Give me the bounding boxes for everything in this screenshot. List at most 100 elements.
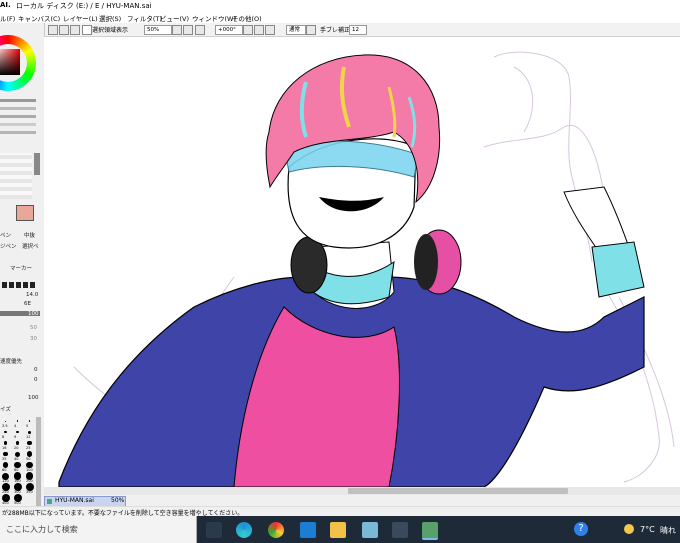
- menu-layer[interactable]: レイヤー(L): [63, 13, 98, 23]
- size-preset[interactable]: 60: [0, 461, 11, 472]
- quality-label[interactable]: 速度優先: [0, 357, 22, 365]
- taskbar-search[interactable]: ここに入力して検索: [0, 516, 197, 543]
- size-preset[interactable]: 20: [12, 439, 23, 450]
- size-preset[interactable]: 120: [0, 472, 11, 483]
- size-preset[interactable]: 35: [0, 450, 11, 461]
- size-preset[interactable]: 350: [24, 483, 35, 494]
- tool-select-pen[interactable]: 選択ペ: [22, 242, 39, 250]
- menu-file[interactable]: ル(F): [0, 13, 15, 23]
- file-explorer-icon[interactable]: [330, 522, 346, 538]
- file-thumbnail-icon: [47, 499, 52, 504]
- slider-g[interactable]: [0, 107, 36, 110]
- rotation-field[interactable]: +000°: [215, 25, 243, 35]
- invert-selection-button[interactable]: [59, 25, 69, 35]
- size-preset[interactable]: 100: [24, 461, 35, 472]
- notepad-icon[interactable]: [362, 522, 378, 538]
- swatch-scrollbar[interactable]: [34, 153, 40, 175]
- size-preset-dot: [3, 441, 8, 445]
- zoom-in-button[interactable]: [183, 25, 193, 35]
- chrome-icon[interactable]: [268, 522, 284, 538]
- menu-select[interactable]: 選択(S): [99, 13, 121, 23]
- toolbar: 選択領域表示 50% +000° 通常 手ブレ補正 12: [44, 23, 680, 37]
- menu-filter[interactable]: フィルタ(T): [127, 13, 162, 23]
- deselect-button[interactable]: [48, 25, 58, 35]
- field-b[interactable]: 0: [34, 377, 38, 383]
- size-preset-dot: [27, 440, 32, 446]
- brush-size-value[interactable]: 14.0: [26, 292, 38, 298]
- size-preset-dot: [3, 451, 8, 457]
- stabilizer-select[interactable]: 12: [349, 25, 367, 35]
- tool-hollow[interactable]: 中抜: [24, 231, 35, 239]
- size-preset[interactable]: 8: [0, 428, 11, 439]
- zoom-out-button[interactable]: [172, 25, 182, 35]
- max-size-a[interactable]: 50: [30, 325, 37, 331]
- size-preset[interactable]: 4: [12, 417, 23, 428]
- max-size-b[interactable]: 30: [30, 336, 37, 342]
- slider-a[interactable]: [0, 123, 36, 126]
- swatch-grid[interactable]: [0, 153, 32, 199]
- moon-weather-icon: [624, 524, 634, 534]
- selection-display-checkbox[interactable]: [82, 25, 92, 35]
- zoom-select[interactable]: 50%: [144, 25, 172, 35]
- size-preset[interactable]: 80: [12, 461, 23, 472]
- blend-mode-select[interactable]: 通常: [286, 25, 306, 35]
- tool-pen[interactable]: ペン: [0, 231, 11, 239]
- crop-button[interactable]: [70, 25, 80, 35]
- canvas[interactable]: [44, 37, 680, 487]
- size-preset[interactable]: 200: [24, 472, 35, 483]
- size-preset-dot: [16, 420, 19, 422]
- tool-pen2[interactable]: ジペン: [0, 242, 17, 250]
- slider-r[interactable]: [0, 99, 36, 102]
- size-preset[interactable]: 12: [24, 428, 35, 439]
- field-a[interactable]: 0: [34, 367, 38, 373]
- menu-window[interactable]: ウィンドウ(W): [192, 13, 236, 23]
- slider-b[interactable]: [0, 115, 36, 118]
- zoom-reset-button[interactable]: [195, 25, 205, 35]
- size-preset[interactable]: 50: [24, 450, 35, 461]
- size-preset-label: 350: [26, 490, 33, 494]
- size-preset-dot: [15, 451, 20, 457]
- field-c[interactable]: 100: [28, 395, 39, 401]
- size-label: イズ: [0, 407, 11, 413]
- size-preset[interactable]: 5: [24, 417, 35, 428]
- size-preset[interactable]: 3.5: [0, 417, 11, 428]
- size-preset-dot: [4, 430, 7, 434]
- rotate-reset-button[interactable]: [265, 25, 275, 35]
- menu-view[interactable]: ビュー(V): [160, 13, 189, 23]
- size-preset[interactable]: 400: [0, 494, 11, 505]
- selection-display-label: 選択領域表示: [92, 27, 129, 34]
- rotate-left-button[interactable]: [243, 25, 253, 35]
- sai-icon[interactable]: [422, 522, 438, 540]
- density-value: 100: [28, 311, 39, 317]
- size-preset[interactable]: 500: [12, 494, 23, 505]
- slider-c[interactable]: [0, 131, 36, 134]
- size-preset[interactable]: 25: [24, 439, 35, 450]
- preset-scrollbar[interactable]: [36, 417, 41, 507]
- horizontal-scroll-thumb[interactable]: [348, 488, 568, 494]
- tool-marker[interactable]: マーカー: [10, 264, 32, 272]
- size-preset[interactable]: 250: [0, 483, 11, 494]
- edge-icon[interactable]: [236, 522, 252, 538]
- color-square[interactable]: [0, 49, 20, 75]
- flip-button[interactable]: [306, 25, 316, 35]
- size-preset[interactable]: 40: [12, 450, 23, 461]
- file-tab-zoom: 50%: [111, 497, 125, 504]
- size-preset-dot: [5, 420, 6, 422]
- menu-other[interactable]: その他(O): [232, 13, 262, 23]
- size-preset-grid[interactable]: 3.5 4 5 8 9 12 16 20 25 35 40 50 60 80 100 120 160 200 250…: [0, 417, 34, 509]
- size-preset[interactable]: 160: [12, 472, 23, 483]
- tool-panel: ペン 中抜 ジペン 選択ペ マーカー 14.0 6E 100 50 30 速度優…: [0, 23, 45, 510]
- size-preset[interactable]: 16: [0, 439, 11, 450]
- help-icon[interactable]: ?: [574, 522, 588, 536]
- rotate-right-button[interactable]: [254, 25, 264, 35]
- menu-canvas[interactable]: キャンバス(C): [18, 13, 60, 23]
- foreground-color[interactable]: [16, 205, 34, 221]
- dropbox-icon[interactable]: [300, 522, 316, 538]
- brush-shapes[interactable]: [2, 282, 36, 288]
- size-preset[interactable]: 9: [12, 428, 23, 439]
- brush-min-size[interactable]: 6E: [24, 301, 31, 307]
- size-preset[interactable]: 300: [12, 483, 23, 494]
- task-view-icon[interactable]: [206, 522, 222, 538]
- app-icon[interactable]: [392, 522, 408, 538]
- size-preset-dot: [16, 430, 19, 434]
